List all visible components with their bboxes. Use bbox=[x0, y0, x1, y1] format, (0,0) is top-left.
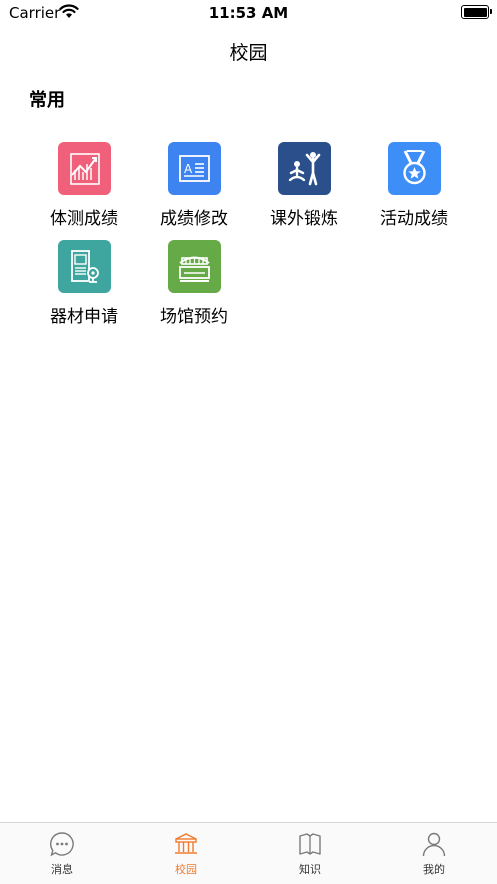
chart-trend-icon bbox=[69, 153, 100, 185]
status-bar: Carrier 11:53 AM bbox=[0, 0, 497, 26]
exercise-person-icon bbox=[288, 152, 320, 186]
tab-knowledge[interactable]: 知识 bbox=[248, 823, 372, 884]
tab-bar: 消息 校园 知识 我的 bbox=[0, 822, 497, 884]
edit-document-icon: A bbox=[178, 155, 210, 182]
app-tile bbox=[277, 142, 331, 195]
campus-icon bbox=[175, 833, 197, 854]
app-tile: A bbox=[167, 142, 221, 195]
tab-label: 校园 bbox=[175, 863, 197, 876]
app-item-fitness-score[interactable]: 体测成绩 bbox=[29, 142, 139, 229]
clock: 11:53 AM bbox=[208, 4, 289, 22]
tab-messages[interactable]: 消息 bbox=[0, 823, 124, 884]
app-label: 成绩修改 bbox=[160, 209, 228, 229]
medal-icon bbox=[402, 150, 426, 185]
tab-profile[interactable]: 我的 bbox=[372, 823, 496, 884]
app-label: 器材申请 bbox=[50, 307, 118, 327]
app-tile bbox=[167, 240, 221, 293]
tab-label: 知识 bbox=[299, 863, 321, 876]
app-label: 课外锻炼 bbox=[270, 209, 338, 229]
tab-label: 消息 bbox=[51, 863, 73, 876]
app-label: 活动成绩 bbox=[380, 209, 448, 229]
app-item-equipment-request[interactable]: 器材申请 bbox=[29, 240, 139, 327]
app-item-grade-edit[interactable]: A 成绩修改 bbox=[139, 142, 249, 229]
app-label: 场馆预约 bbox=[160, 307, 228, 327]
tab-label: 我的 bbox=[423, 863, 445, 876]
tab-campus[interactable]: 校园 bbox=[124, 823, 248, 884]
book-icon bbox=[299, 833, 321, 855]
stadium-icon bbox=[178, 256, 210, 282]
equipment-icon bbox=[70, 250, 99, 283]
section-title: 常用 bbox=[29, 90, 65, 111]
app-item-outdoor-exercise[interactable]: 课外锻炼 bbox=[249, 142, 359, 229]
message-icon bbox=[50, 832, 74, 857]
app-tile bbox=[387, 142, 441, 195]
app-tile bbox=[57, 240, 111, 293]
app-tile bbox=[57, 142, 111, 195]
app-item-venue-booking[interactable]: 场馆预约 bbox=[139, 240, 249, 327]
page-title: 校园 bbox=[229, 42, 268, 64]
profile-icon bbox=[422, 832, 446, 857]
app-item-activity-score[interactable]: 活动成绩 bbox=[359, 142, 469, 229]
battery-icon bbox=[461, 5, 492, 19]
svg-text:A: A bbox=[184, 162, 193, 176]
app-label: 体测成绩 bbox=[50, 209, 118, 229]
